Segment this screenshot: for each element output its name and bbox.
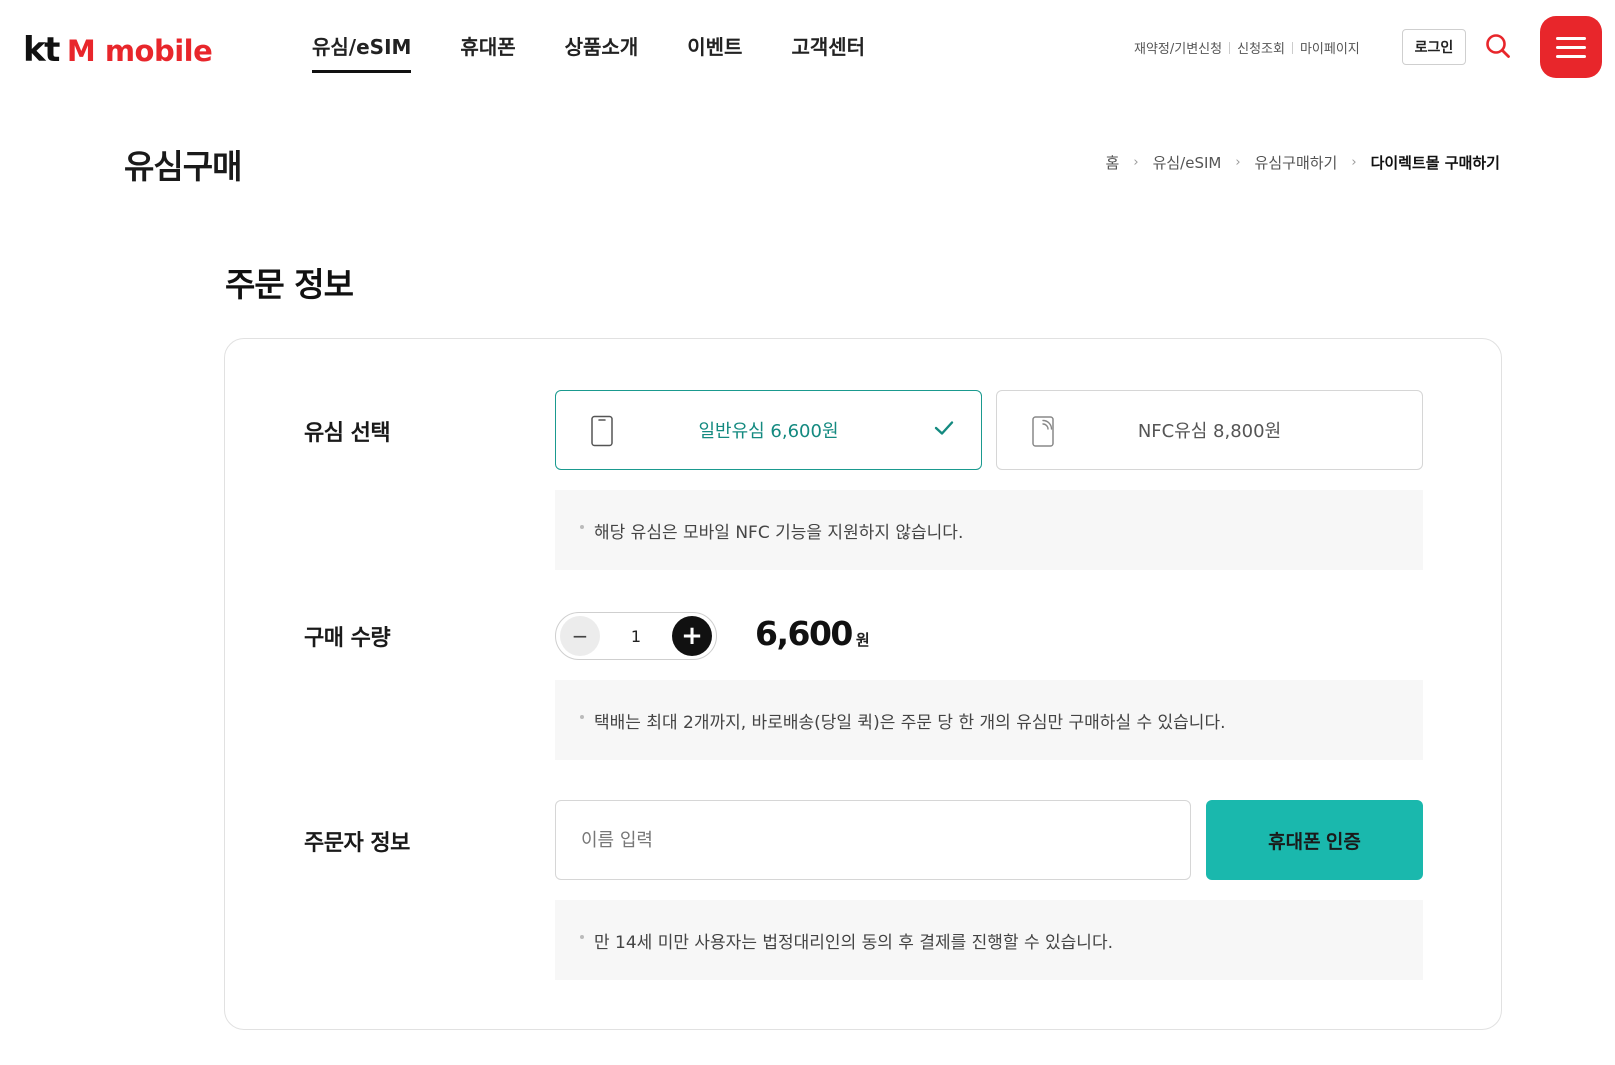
chevron-right-icon: › <box>1351 155 1357 170</box>
price-unit: 원 <box>855 631 870 649</box>
logo-brand-text: M mobile <box>66 34 213 68</box>
chevron-right-icon: › <box>1235 155 1241 170</box>
util-link-mypage[interactable]: 마이페이지 <box>1300 38 1360 57</box>
order-info-title: 주문 정보 <box>225 265 354 304</box>
nav-item-products[interactable]: 상품소개 <box>565 31 639 73</box>
hamburger-menu-icon[interactable] <box>1540 16 1602 78</box>
quantity-value: 1 <box>630 626 642 646</box>
sim-option-nfc[interactable]: NFC유심 8,800원 <box>996 390 1423 470</box>
site-header: kt M mobile 유심/eSIM 휴대폰 상품소개 이벤트 고객센터 재약… <box>0 0 1615 96</box>
main-nav: 유심/eSIM 휴대폰 상품소개 이벤트 고객센터 <box>312 31 914 73</box>
sim-select-label: 유심 선택 <box>304 421 391 446</box>
bullet-dot <box>580 715 584 719</box>
phone-auth-button[interactable]: 휴대폰 인증 <box>1206 800 1423 880</box>
quantity-stepper: − 1 + <box>555 612 717 660</box>
util-link-recontract[interactable]: 재약정/기변신청 <box>1134 38 1222 57</box>
quantity-increase-button[interactable]: + <box>672 616 712 656</box>
breadcrumb-home[interactable]: 홈 <box>1106 152 1120 173</box>
util-divider <box>1291 41 1293 54</box>
breadcrumb: 홈 › 유심/eSIM › 유심구매하기 › 다이렉트몰 구매하기 <box>1106 152 1500 173</box>
sim-option-nfc-label: NFC유심 8,800원 <box>1137 421 1282 442</box>
orderer-note: 만 14세 미만 사용자는 법정대리인의 동의 후 결제를 진행할 수 있습니다… <box>555 900 1423 980</box>
util-divider <box>1229 41 1231 54</box>
price-amount: 6,600 <box>755 614 853 653</box>
login-button[interactable]: 로그인 <box>1402 29 1466 65</box>
chevron-right-icon: › <box>1133 155 1139 170</box>
orderer-note-text: 만 14세 미만 사용자는 법정대리인의 동의 후 결제를 진행할 수 있습니다… <box>594 932 1113 953</box>
nav-item-customer-center[interactable]: 고객센터 <box>791 31 865 73</box>
nav-item-events[interactable]: 이벤트 <box>687 31 742 73</box>
page-title: 유심구매 <box>124 147 242 186</box>
utility-links: 재약정/기변신청 신청조회 마이페이지 <box>1134 38 1360 57</box>
total-price: 6,600 원 <box>755 614 870 653</box>
check-icon <box>933 419 955 442</box>
breadcrumb-usim-esim[interactable]: 유심/eSIM <box>1153 152 1222 173</box>
sim-note-text: 해당 유심은 모바일 NFC 기능을 지원하지 않습니다. <box>594 522 964 543</box>
util-link-application-status[interactable]: 신청조회 <box>1237 38 1285 57</box>
breadcrumb-current: 다이렉트몰 구매하기 <box>1370 154 1500 172</box>
quantity-label: 구매 수량 <box>304 626 391 651</box>
nav-item-usim-esim[interactable]: 유심/eSIM <box>312 31 412 73</box>
logo-kt-text: kt <box>23 30 60 70</box>
nav-item-phone[interactable]: 휴대폰 <box>460 31 515 73</box>
bullet-dot <box>580 525 584 529</box>
quantity-decrease-button[interactable]: − <box>560 616 600 656</box>
quantity-note-text: 택배는 최대 2개까지, 바로배송(당일 퀵)은 주문 당 한 개의 유심만 구… <box>594 712 1226 733</box>
nfc-phone-icon <box>1031 415 1059 454</box>
name-input[interactable] <box>555 800 1191 880</box>
sim-option-standard-label: 일반유심 6,600원 <box>698 421 839 442</box>
orderer-info-label: 주문자 정보 <box>304 831 410 856</box>
sim-option-standard[interactable]: 일반유심 6,600원 <box>555 390 982 470</box>
kt-m-mobile-logo[interactable]: kt M mobile <box>23 30 213 70</box>
breadcrumb-usim-purchase[interactable]: 유심구매하기 <box>1255 152 1338 173</box>
bullet-dot <box>580 935 584 939</box>
phone-icon <box>590 415 614 452</box>
sim-note: 해당 유심은 모바일 NFC 기능을 지원하지 않습니다. <box>555 490 1423 570</box>
search-icon[interactable] <box>1484 32 1512 60</box>
quantity-note: 택배는 최대 2개까지, 바로배송(당일 퀵)은 주문 당 한 개의 유심만 구… <box>555 680 1423 760</box>
